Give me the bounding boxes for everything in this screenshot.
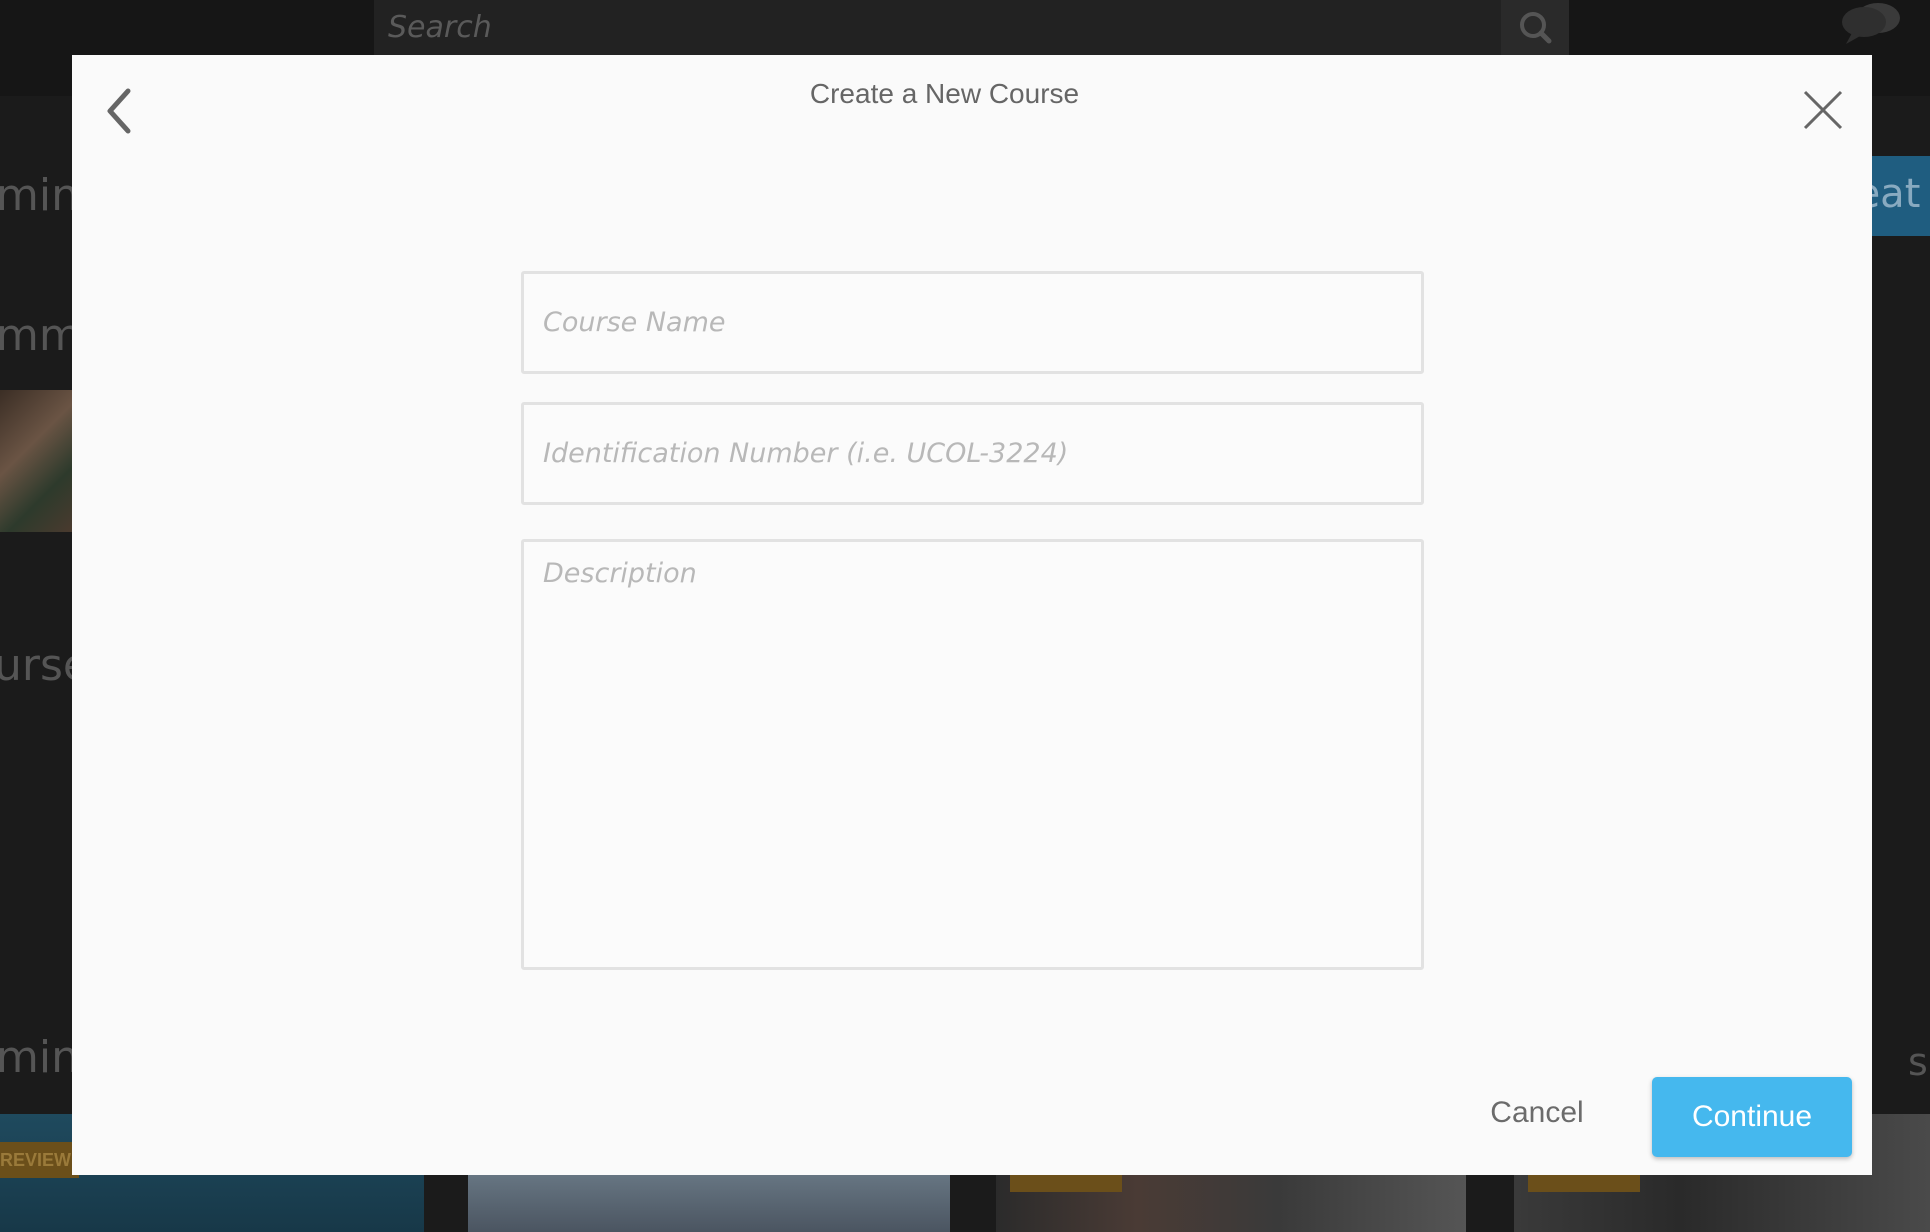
search-icon	[1520, 12, 1552, 44]
card-badge	[1010, 1174, 1122, 1192]
identification-number-field[interactable]	[521, 402, 1424, 505]
modal-title: Create a New Course	[809, 78, 1080, 109]
search-button[interactable]	[1501, 0, 1569, 55]
search-bar	[374, 0, 1569, 55]
search-input[interactable]	[374, 0, 1499, 55]
course-name-field[interactable]	[521, 271, 1424, 374]
create-course-modal: Create a New Course Cancel Continue	[72, 55, 1872, 1175]
close-icon	[1803, 90, 1843, 130]
continue-button[interactable]: Continue	[1652, 1077, 1852, 1157]
chat-bubbles-icon[interactable]	[1838, 0, 1904, 48]
card-badge	[1528, 1174, 1640, 1192]
description-field[interactable]	[521, 539, 1424, 970]
cancel-button[interactable]: Cancel	[1474, 1077, 1600, 1149]
review-badge: REVIEW	[0, 1142, 80, 1178]
background-text-fragment: s	[1908, 1040, 1928, 1084]
close-button[interactable]	[1802, 89, 1844, 131]
background-thumbnail	[0, 390, 72, 532]
